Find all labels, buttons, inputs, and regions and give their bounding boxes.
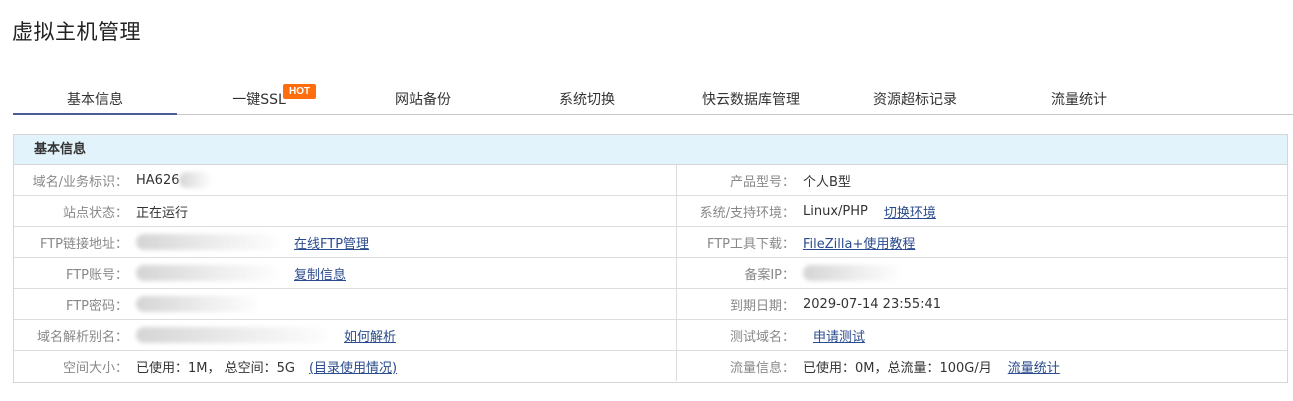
info-cell: FTP工具下载： FileZilla+使用教程	[677, 227, 1287, 257]
domain-id-value: HA626	[136, 172, 180, 188]
redacted-blur	[136, 296, 258, 312]
basic-info-panel: 基本信息 域名/业务标识： HA626 产品型号： 个人B型 站点状态： 正在运…	[13, 134, 1288, 383]
info-cell: 测试域名： 申请测试	[677, 320, 1287, 350]
tab-label: 流量统计	[1051, 92, 1107, 108]
redacted-blur	[136, 265, 278, 281]
apply-test-link[interactable]: 申请测试	[813, 326, 865, 345]
test-domain-label: 测试域名：	[729, 329, 795, 345]
tab-label: 快云数据库管理	[702, 92, 800, 108]
tab-label: 网站备份	[395, 92, 451, 108]
info-cell: 域名/业务标识： HA626	[14, 165, 677, 195]
product-model-value: 个人B型	[803, 174, 851, 190]
redacted-blur	[136, 327, 328, 343]
redacted-blur	[136, 234, 278, 250]
info-row: FTP账号： 复制信息 备案IP：	[14, 258, 1287, 289]
redacted-blur	[803, 265, 899, 281]
expiry-date-value: 2029-07-14 23:55:41	[803, 296, 942, 312]
traffic-info-label: 流量信息：	[729, 360, 795, 376]
switch-env-link[interactable]: 切换环境	[884, 202, 936, 221]
ftp-tool-label: FTP工具下载：	[706, 236, 795, 252]
info-cell: 产品型号： 个人B型	[677, 165, 1287, 195]
info-row: 域名/业务标识： HA626 产品型号： 个人B型	[14, 165, 1287, 196]
filezilla-tutorial-link[interactable]: FileZilla+使用教程	[803, 233, 915, 252]
domain-id-label: 域名/业务标识：	[32, 174, 128, 190]
info-cell: 域名解析别名： 如何解析	[14, 320, 677, 350]
ftp-account-label: FTP账号：	[65, 267, 128, 283]
online-ftp-link[interactable]: 在线FTP管理	[294, 233, 369, 252]
info-cell: 系统/支持环境： Linux/PHP 切换环境	[677, 196, 1287, 226]
system-env-value: Linux/PHP	[803, 203, 868, 219]
ftp-address-label: FTP链接地址：	[39, 236, 128, 252]
panel-title: 基本信息	[14, 135, 1287, 165]
tab-one-click-ssl[interactable]: 一键SSL HOT	[177, 84, 341, 115]
expiry-date-label: 到期日期：	[729, 298, 795, 314]
info-cell: 站点状态： 正在运行	[14, 196, 677, 226]
traffic-stats-link[interactable]: 流量统计	[1008, 357, 1060, 376]
site-status-label: 站点状态：	[62, 205, 128, 221]
traffic-info-value: 已使用：0M，总流量：100G/月	[803, 360, 992, 376]
info-cell: FTP密码：	[14, 289, 677, 319]
space-size-label: 空间大小：	[62, 360, 128, 376]
info-row: FTP链接地址： 在线FTP管理 FTP工具下载： FileZilla+使用教程	[14, 227, 1287, 258]
tab-database-management[interactable]: 快云数据库管理	[669, 85, 833, 115]
tab-label: 基本信息	[67, 92, 123, 108]
info-cell: 备案IP：	[677, 258, 1287, 288]
tab-site-backup[interactable]: 网站备份	[341, 85, 505, 115]
product-model-label: 产品型号：	[729, 174, 795, 190]
tab-basic-info[interactable]: 基本信息	[13, 85, 177, 115]
info-row: 空间大小： 已使用：1M， 总空间：5G (目录使用情况) 流量信息： 已使用：…	[14, 351, 1287, 382]
hot-badge: HOT	[283, 84, 317, 99]
directory-usage-link[interactable]: (目录使用情况)	[309, 357, 397, 376]
info-row: 站点状态： 正在运行 系统/支持环境： Linux/PHP 切换环境	[14, 196, 1287, 227]
ftp-password-label: FTP密码：	[65, 298, 128, 314]
filing-ip-label: 备案IP：	[744, 267, 795, 283]
page-title: 虚拟主机管理	[12, 20, 141, 44]
info-cell: 空间大小： 已使用：1M， 总空间：5G (目录使用情况)	[14, 351, 677, 381]
site-status-value: 正在运行	[136, 205, 189, 221]
space-size-value: 已使用：1M， 总空间：5G	[136, 360, 295, 376]
system-env-label: 系统/支持环境：	[699, 205, 795, 221]
info-cell: FTP链接地址： 在线FTP管理	[14, 227, 677, 257]
tab-traffic-stats[interactable]: 流量统计	[997, 85, 1161, 115]
how-to-resolve-link[interactable]: 如何解析	[344, 326, 396, 345]
redacted-blur	[179, 172, 212, 188]
tab-bar: 基本信息 一键SSL HOT 网站备份 系统切换 快云数据库管理 资源超标记录 流…	[13, 84, 1293, 115]
tab-system-switch[interactable]: 系统切换	[505, 85, 669, 115]
tab-label: 系统切换	[559, 92, 615, 108]
tab-label: 资源超标记录	[873, 92, 957, 108]
info-cell: 到期日期： 2029-07-14 23:55:41	[677, 289, 1287, 319]
info-row: FTP密码： 到期日期： 2029-07-14 23:55:41	[14, 289, 1287, 320]
tab-resource-overuse-log[interactable]: 资源超标记录	[833, 85, 997, 115]
tab-label: 一键SSL	[232, 92, 286, 108]
copy-info-link[interactable]: 复制信息	[294, 264, 346, 283]
info-cell: 流量信息： 已使用：0M，总流量：100G/月 流量统计	[677, 351, 1287, 381]
info-cell: FTP账号： 复制信息	[14, 258, 677, 288]
info-row: 域名解析别名： 如何解析 测试域名： 申请测试	[14, 320, 1287, 351]
dns-alias-label: 域名解析别名：	[36, 329, 128, 345]
